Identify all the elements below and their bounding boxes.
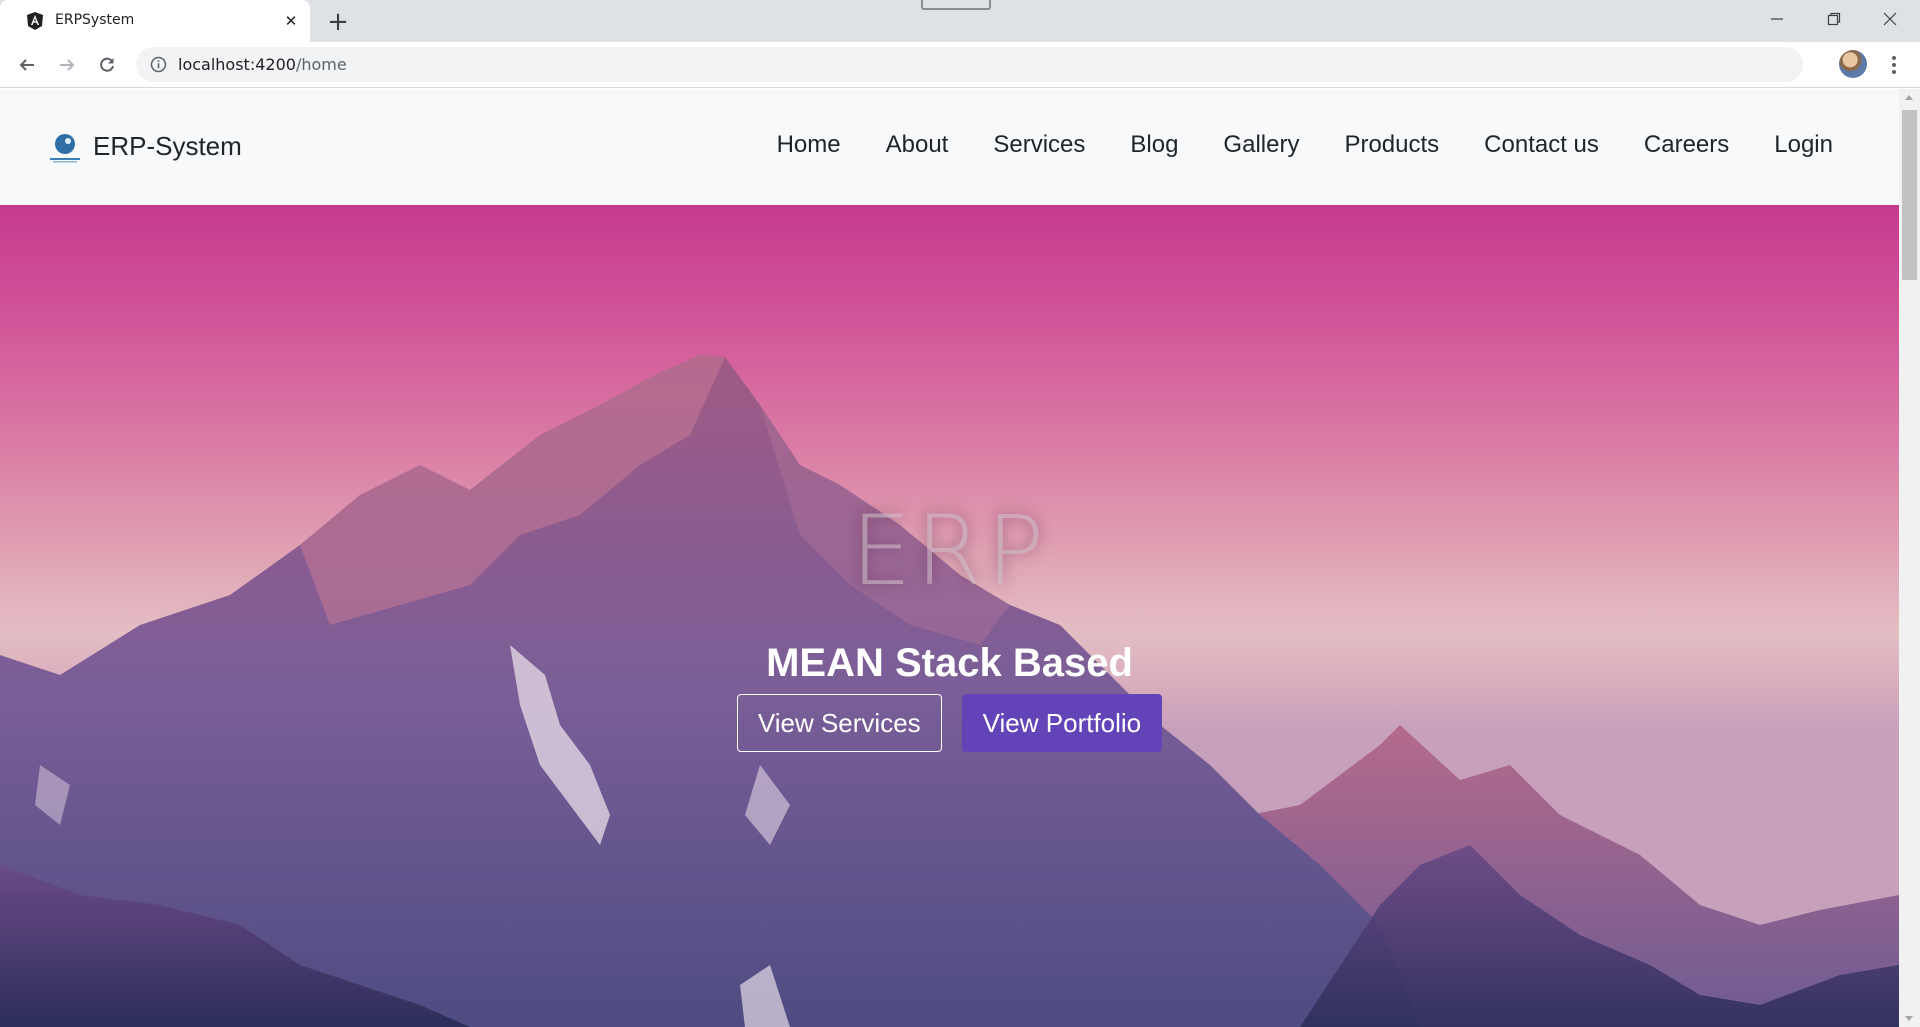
nav-links: Home About Services Blog Gallery Product… <box>777 131 1833 159</box>
forward-arrow-icon[interactable] <box>52 50 82 80</box>
hero-section: ERP MEAN Stack Based View Services View … <box>0 205 1899 1027</box>
tab-title: ERPSystem <box>55 12 135 28</box>
info-icon[interactable] <box>150 56 167 73</box>
hero-buttons: View Services View Portfolio <box>0 694 1899 752</box>
nav-link-about[interactable]: About <box>886 131 949 159</box>
restore-icon[interactable] <box>1806 0 1862 38</box>
view-services-button[interactable]: View Services <box>736 694 942 752</box>
nav-link-blog[interactable]: Blog <box>1130 131 1178 159</box>
view-portfolio-button[interactable]: View Portfolio <box>961 694 1163 752</box>
reload-icon[interactable] <box>92 50 122 80</box>
hero-title: ERP <box>850 495 1049 607</box>
angular-icon <box>27 12 43 30</box>
browser-toolbar: localhost:4200/home <box>0 42 1920 88</box>
nav-link-login[interactable]: Login <box>1774 131 1833 159</box>
page-viewport: ERP-System Home About Services Blog Gall… <box>0 89 1899 1027</box>
nav-link-home[interactable]: Home <box>777 131 841 159</box>
nav-link-products[interactable]: Products <box>1344 131 1439 159</box>
url-text[interactable]: localhost:4200/home <box>178 55 347 74</box>
scroll-down-arrow-icon[interactable] <box>1905 1016 1913 1021</box>
minimize-icon[interactable] <box>1749 0 1805 38</box>
back-arrow-icon[interactable] <box>12 50 42 80</box>
close-tab-icon[interactable]: ✕ <box>280 10 302 32</box>
hero-subtitle: MEAN Stack Based <box>766 641 1133 685</box>
brand-name[interactable]: ERP-System <box>93 131 242 162</box>
scrollbar-thumb[interactable] <box>1902 110 1917 280</box>
browser-tab[interactable]: ERPSystem ✕ <box>0 0 310 42</box>
url-host: localhost:4200 <box>178 55 296 74</box>
profile-avatar[interactable] <box>1839 50 1867 78</box>
scroll-up-arrow-icon[interactable] <box>1905 95 1913 100</box>
url-path: /home <box>295 55 347 74</box>
site-navbar: ERP-System Home About Services Blog Gall… <box>0 89 1899 205</box>
nav-link-gallery[interactable]: Gallery <box>1223 131 1299 159</box>
mountain-background-image <box>0 355 1899 1027</box>
nav-link-services[interactable]: Services <box>993 131 1085 159</box>
nav-link-careers[interactable]: Careers <box>1644 131 1729 159</box>
close-window-icon[interactable] <box>1862 0 1918 38</box>
brand-logo-icon[interactable] <box>48 131 82 165</box>
page-scrollbar[interactable] <box>1899 89 1920 1027</box>
address-bar[interactable]: localhost:4200/home <box>136 47 1803 82</box>
window-drag-handle[interactable] <box>921 0 991 10</box>
tab-strip: ERPSystem ✕ + <box>0 0 1920 42</box>
new-tab-icon[interactable]: + <box>324 8 352 36</box>
more-menu-icon[interactable] <box>1884 52 1904 78</box>
nav-link-contact-us[interactable]: Contact us <box>1484 131 1599 159</box>
